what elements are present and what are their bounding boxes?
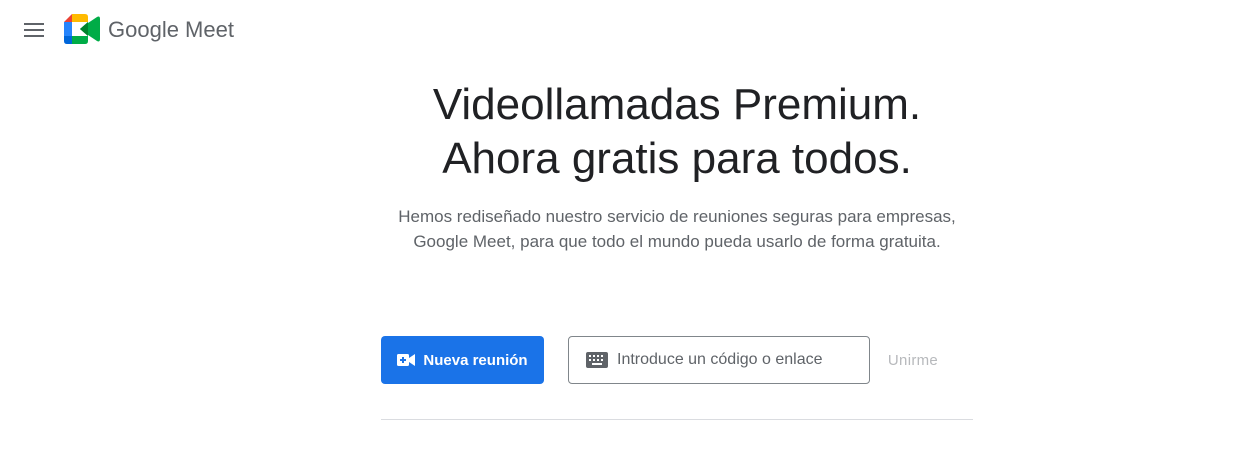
headline-line-2: Ahora gratis para todos. [442,134,912,183]
main-menu-button[interactable] [18,14,50,46]
brand-name: Google Meet [108,17,234,42]
new-meeting-button[interactable]: Nueva reunión [381,336,544,384]
keyboard-icon [586,352,608,368]
meeting-code-input[interactable] [617,351,857,369]
meeting-code-field[interactable] [568,336,870,384]
page-subtext: Hemos rediseñado nuestro servicio de reu… [398,207,956,251]
headline-line-1: Videollamadas Premium. [432,80,922,129]
google-meet-logo [64,14,100,44]
join-button[interactable]: Unirme [878,340,948,380]
hamburger-menu-icon [24,23,44,37]
new-meeting-label: Nueva reunión [423,351,528,369]
video-camera-plus-icon [397,354,416,366]
top-bar: Google Meet [0,0,1248,62]
page-headline: Videollamadas Premium. Ahora gratis para… [324,78,1030,186]
section-divider [381,419,973,420]
meet-landing-page: Google Meet Videollamadas Premium. Ahora… [0,0,1248,467]
